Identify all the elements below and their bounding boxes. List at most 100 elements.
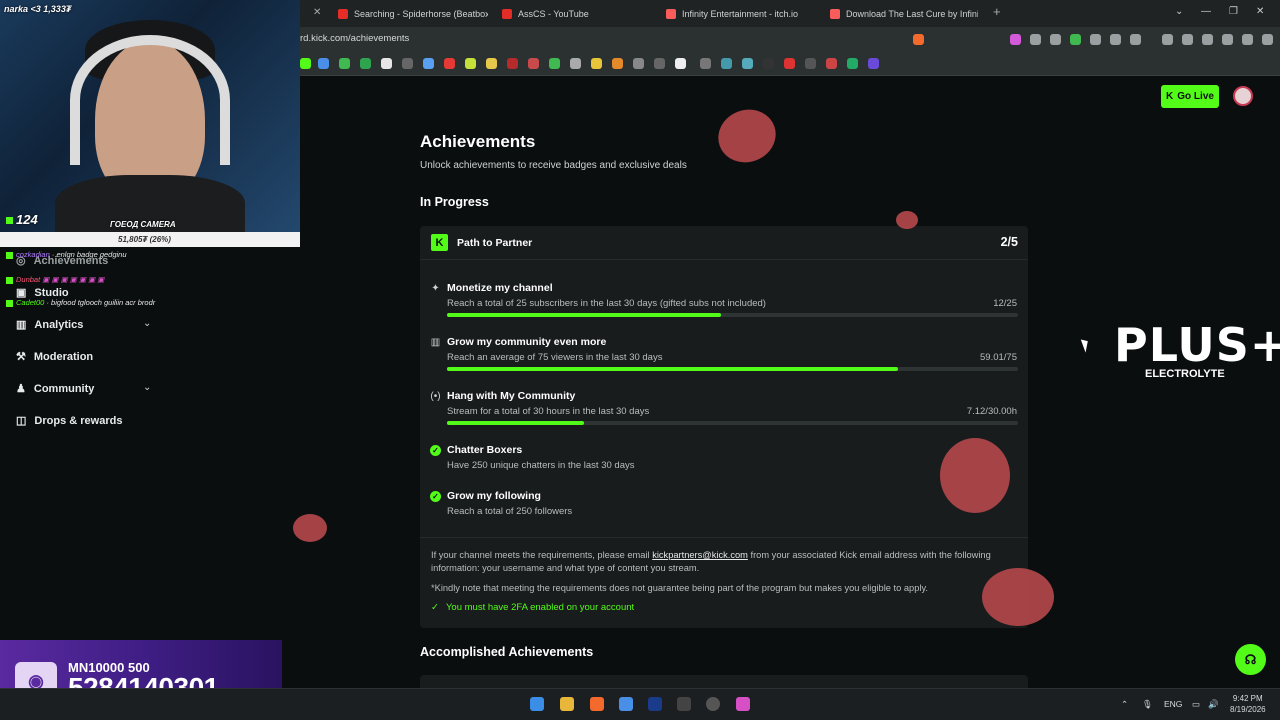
sidebar-item-community[interactable]: ♟ Community: [16, 382, 94, 396]
menu-icon[interactable]: [1262, 34, 1273, 45]
file-explorer-icon[interactable]: [560, 697, 574, 711]
bookmark-icon[interactable]: [339, 58, 350, 69]
extension-icon[interactable]: [1010, 34, 1021, 45]
network-icon[interactable]: ▭: [1192, 699, 1200, 710]
minimize-icon[interactable]: —: [1201, 6, 1211, 17]
bookmark-icon[interactable]: [654, 58, 665, 69]
bookmark-icon[interactable]: [633, 58, 644, 69]
card-progress-count: 2/5: [1000, 235, 1018, 249]
bookmark-icon[interactable]: [784, 58, 795, 69]
system-clock[interactable]: 9:42 PM 8/19/2026: [1230, 693, 1266, 715]
close-tab-icon[interactable]: ✕: [313, 7, 321, 18]
chevron-down-icon[interactable]: ⌄: [143, 318, 151, 329]
bookmark-icon[interactable]: [300, 58, 311, 69]
avatar[interactable]: [1233, 86, 1253, 106]
new-tab-icon[interactable]: +: [993, 4, 1001, 19]
extension-icon[interactable]: [1050, 34, 1061, 45]
in-progress-heading: In Progress: [420, 195, 489, 209]
sparkle-icon: ✦: [431, 283, 440, 294]
app-icon[interactable]: [619, 697, 633, 711]
chart-icon: ▥: [430, 337, 441, 348]
partner-disclaimer: *Kindly note that meeting the requiremen…: [431, 583, 929, 593]
tab-asscs[interactable]: AssCS - YouTube: [502, 4, 652, 24]
broadcast-icon: (•): [430, 391, 441, 402]
bookmark-icon[interactable]: [528, 58, 539, 69]
puzzle-icon[interactable]: [1110, 34, 1121, 45]
bookmark-icon[interactable]: [318, 58, 329, 69]
close-window-icon[interactable]: ✕: [1256, 6, 1264, 17]
bookmark-icon[interactable]: [805, 58, 816, 69]
bookmark-icon[interactable]: [360, 58, 371, 69]
extension-icon[interactable]: [1070, 34, 1081, 45]
brave-browser-icon[interactable]: [590, 697, 604, 711]
bookmark-icon[interactable]: [486, 58, 497, 69]
check-circle-icon: ✓: [430, 445, 441, 456]
progress-bar: [447, 421, 1018, 425]
bookmark-icon[interactable]: [591, 58, 602, 69]
microphone-icon[interactable]: 🎙: [1142, 699, 1153, 710]
bookmark-icon[interactable]: [826, 58, 837, 69]
chevron-down-icon[interactable]: ⌄: [143, 382, 151, 393]
streamer-name: narka <3: [4, 4, 41, 14]
bookmark-icon[interactable]: [847, 58, 858, 69]
bookmark-icon[interactable]: [381, 58, 392, 69]
progress-fill: [447, 313, 722, 317]
extension-icon[interactable]: [1130, 34, 1141, 45]
extension-icon[interactable]: [1090, 34, 1101, 45]
support-chat-button[interactable]: ☊: [1235, 644, 1266, 675]
live-app-icon[interactable]: [677, 697, 691, 711]
bookmark-icon[interactable]: [465, 58, 476, 69]
bookmark-icon[interactable]: [402, 58, 413, 69]
partner-email-link[interactable]: kickpartners@kick.com: [652, 550, 748, 560]
bookmark-icon[interactable]: [444, 58, 455, 69]
language-indicator[interactable]: ENG: [1164, 699, 1182, 709]
volume-icon[interactable]: 🔊: [1208, 699, 1219, 710]
card-title: Path to Partner: [457, 237, 533, 249]
sidebar-item-moderation[interactable]: ⚒ Moderation: [16, 350, 93, 364]
vpn-icon[interactable]: [1242, 34, 1253, 45]
overlay-sticker: [896, 211, 918, 229]
achievement-value: 12/25: [993, 298, 1017, 309]
tab-spiderhorse[interactable]: Searching - Spiderhorse (Beatbox Re: [338, 4, 488, 24]
chevron-up-icon[interactable]: ⌃: [1121, 699, 1128, 710]
obs-icon[interactable]: [706, 697, 720, 711]
wallet-icon[interactable]: [1202, 34, 1213, 45]
tab-infinity-itch[interactable]: Infinity Entertainment - itch.io: [666, 4, 816, 24]
gift-icon: ◫: [16, 415, 27, 427]
bookmark-icon[interactable]: [507, 58, 518, 69]
achievement-desc: Have 250 unique chatters in the last 30 …: [447, 460, 635, 471]
bookmark-icon[interactable]: [763, 58, 774, 69]
tab-last-cure[interactable]: Download The Last Cure by Infinity E: [830, 4, 978, 24]
bookmark-icon[interactable]: [721, 58, 732, 69]
extension-icon[interactable]: [1030, 34, 1041, 45]
leo-icon[interactable]: [1222, 34, 1233, 45]
maximize-icon[interactable]: ❐: [1229, 6, 1238, 17]
photoshop-icon[interactable]: [648, 697, 662, 711]
bookmark-icon[interactable]: [423, 58, 434, 69]
chevron-down-icon[interactable]: ⌄: [1175, 6, 1183, 17]
achievement-value: 7.12/30.00h: [966, 406, 1017, 417]
chat-message: Cadet00 · bigfood tglooch guiliin acr br…: [6, 298, 155, 307]
users-icon: ♟: [16, 383, 26, 395]
bookmark-icon[interactable]: [700, 58, 711, 69]
bookmark-icon[interactable]: [612, 58, 623, 69]
bookmark-icon[interactable]: [549, 58, 560, 69]
sidebar-icon[interactable]: [1182, 34, 1193, 45]
bookmark-icon[interactable]: [868, 58, 879, 69]
brave-shield-icon[interactable]: [913, 34, 924, 45]
sidebar-item-drops-rewards[interactable]: ◫ Drops & rewards: [16, 414, 122, 428]
bookmark-icon[interactable]: [570, 58, 581, 69]
sidebar-item-analytics[interactable]: ▥ Analytics: [16, 318, 83, 332]
download-icon[interactable]: [1162, 34, 1173, 45]
go-live-button[interactable]: K Go Live: [1161, 85, 1219, 108]
k-counter: 124: [6, 212, 38, 227]
achievement-title: Chatter Boxers: [447, 444, 523, 456]
headphones-icon: [70, 35, 230, 165]
app-icon[interactable]: [736, 697, 750, 711]
url-field[interactable]: rd.kick.com/achievements: [300, 33, 409, 44]
bookmark-icon[interactable]: [742, 58, 753, 69]
windows-start-icon[interactable]: [530, 697, 544, 711]
twofa-requirement: ✓ You must have 2FA enabled on your acco…: [431, 602, 635, 613]
bookmark-icon[interactable]: [675, 58, 686, 69]
plus-logo: PLUS+: [1114, 318, 1280, 372]
